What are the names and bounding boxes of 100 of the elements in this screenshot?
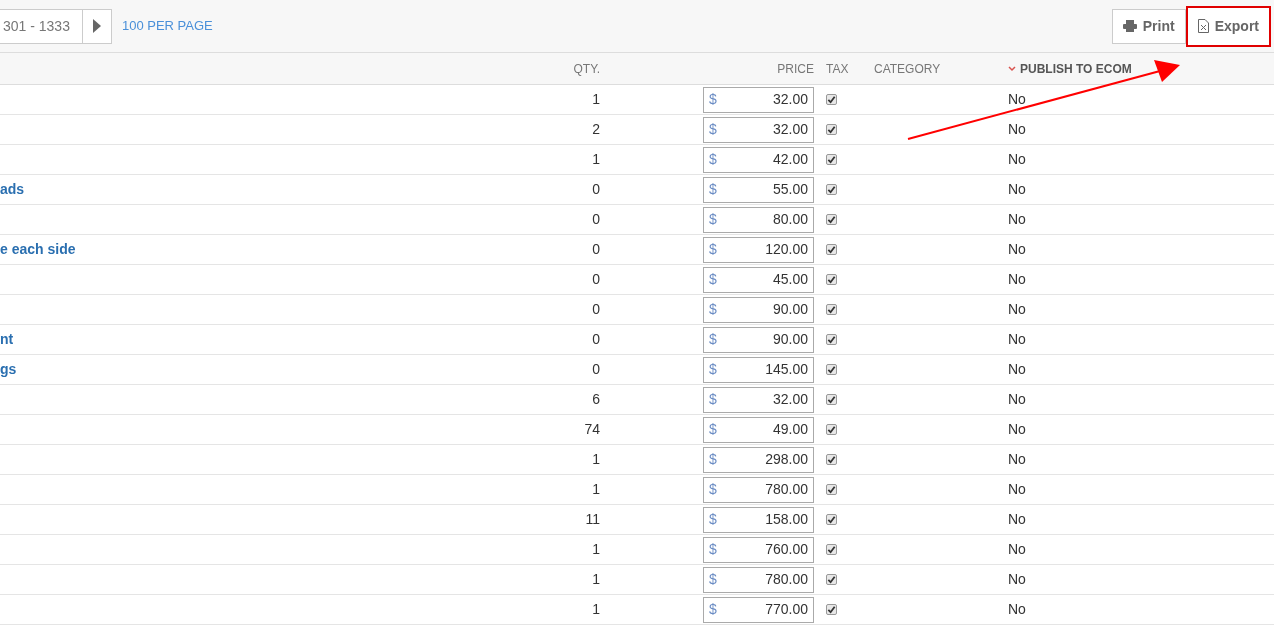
- tax-checkbox[interactable]: [826, 334, 837, 345]
- spreadsheet-file-icon: [1197, 19, 1209, 33]
- tax-checkbox[interactable]: [826, 394, 837, 405]
- print-button[interactable]: Print: [1111, 8, 1186, 44]
- tax-checkbox[interactable]: [826, 604, 837, 615]
- price-value: 42.00: [772, 150, 808, 169]
- price-input[interactable]: $ 780.00: [703, 566, 814, 593]
- currency-symbol: $: [709, 450, 717, 469]
- currency-symbol: $: [709, 420, 717, 439]
- price-input[interactable]: $ 120.00: [703, 236, 814, 263]
- price-input[interactable]: $ 45.00: [703, 266, 814, 293]
- price-value: 32.00: [772, 120, 808, 139]
- currency-symbol: $: [709, 180, 717, 199]
- price-input[interactable]: $ 32.00: [703, 116, 814, 143]
- quantity-cell-text: 6: [592, 390, 600, 409]
- quantity-cell-text: 0: [592, 180, 600, 199]
- price-value: 32.00: [772, 90, 808, 109]
- tax-checkbox[interactable]: [826, 244, 837, 255]
- price-value: 32.00: [772, 390, 808, 409]
- price-input[interactable]: $ 780.00: [703, 476, 814, 503]
- tax-checkbox[interactable]: [826, 124, 837, 135]
- price-value: 90.00: [772, 330, 808, 349]
- publish-cell-text: No: [1008, 540, 1026, 559]
- price-input[interactable]: $ 770.00: [703, 596, 814, 623]
- currency-symbol: $: [709, 570, 717, 589]
- tax-checkbox[interactable]: [826, 424, 837, 435]
- price-input[interactable]: $ 90.00: [703, 296, 814, 323]
- price-input[interactable]: $ 145.00: [703, 356, 814, 383]
- next-page-button[interactable]: [82, 8, 112, 44]
- publish-cell-text: No: [1008, 570, 1026, 589]
- quantity-cell-text: 1: [592, 600, 600, 619]
- column-header[interactable]: TAX: [826, 59, 849, 78]
- tax-checkbox[interactable]: [826, 454, 837, 465]
- quantity-cell-text: 0: [592, 270, 600, 289]
- currency-symbol: $: [709, 210, 717, 229]
- publish-cell-text: No: [1008, 300, 1026, 319]
- quantity-cell-text: 2: [592, 120, 600, 139]
- quantity-cell-text: 1: [592, 540, 600, 559]
- tax-checkbox[interactable]: [826, 274, 837, 285]
- item-name-link[interactable]: gs: [0, 361, 17, 377]
- publish-cell-text: No: [1008, 330, 1026, 349]
- publish-cell-text: No: [1008, 240, 1026, 259]
- item-name-link[interactable]: ads: [0, 181, 25, 197]
- price-input[interactable]: $ 298.00: [703, 446, 814, 473]
- price-value: 120.00: [765, 240, 808, 259]
- publish-cell-text: No: [1008, 450, 1026, 469]
- price-input[interactable]: $ 80.00: [703, 206, 814, 233]
- quantity-cell-text: 1: [592, 450, 600, 469]
- tax-checkbox[interactable]: [826, 304, 837, 315]
- price-input[interactable]: $ 90.00: [703, 326, 814, 353]
- price-value: 770.00: [765, 600, 808, 619]
- price-value: 90.00: [772, 300, 808, 319]
- tax-checkbox[interactable]: [826, 514, 837, 525]
- quantity-cell-text: 1: [592, 480, 600, 499]
- printer-icon: [1122, 20, 1137, 32]
- currency-symbol: $: [709, 360, 717, 379]
- column-header[interactable]: PRICE: [777, 59, 814, 78]
- quantity-cell-text: 0: [592, 360, 600, 379]
- price-input[interactable]: $ 49.00: [703, 416, 814, 443]
- column-header[interactable]: QTY.: [573, 59, 600, 78]
- price-input[interactable]: $ 760.00: [703, 536, 814, 563]
- play-icon: [92, 19, 101, 33]
- item-name-link[interactable]: e each side: [0, 241, 76, 257]
- price-input[interactable]: $ 32.00: [703, 86, 814, 113]
- publish-cell-text: No: [1008, 120, 1026, 139]
- currency-symbol: $: [709, 330, 717, 349]
- export-button[interactable]: Export: [1185, 5, 1271, 47]
- publish-cell-text: No: [1008, 210, 1026, 229]
- column-header[interactable]: PUBLISH TO ECOM: [1020, 59, 1132, 78]
- quantity-cell-text: 1: [592, 90, 600, 109]
- tax-checkbox[interactable]: [826, 94, 837, 105]
- price-input[interactable]: $ 32.00: [703, 386, 814, 413]
- price-input[interactable]: $ 55.00: [703, 176, 814, 203]
- price-value: 145.00: [765, 360, 808, 379]
- publish-cell-text: No: [1008, 180, 1026, 199]
- currency-symbol: $: [709, 600, 717, 619]
- price-input[interactable]: $ 158.00: [703, 506, 814, 533]
- publish-cell-text: No: [1008, 90, 1026, 109]
- tax-checkbox[interactable]: [826, 484, 837, 495]
- quantity-cell-text: 0: [592, 240, 600, 259]
- currency-symbol: $: [709, 300, 717, 319]
- price-input[interactable]: $ 42.00: [703, 146, 814, 173]
- column-header[interactable]: CATEGORY: [874, 59, 941, 78]
- price-value: 298.00: [765, 450, 808, 469]
- tax-checkbox[interactable]: [826, 574, 837, 585]
- item-name-link[interactable]: nt: [0, 331, 14, 347]
- publish-cell-text: No: [1008, 600, 1026, 619]
- quantity-cell-text: 0: [592, 330, 600, 349]
- publish-cell-text: No: [1008, 420, 1026, 439]
- tax-checkbox[interactable]: [826, 364, 837, 375]
- page-range: 301 - 1333: [0, 8, 83, 44]
- publish-cell-text: No: [1008, 150, 1026, 169]
- tax-checkbox[interactable]: [826, 154, 837, 165]
- currency-symbol: $: [709, 90, 717, 109]
- publish-cell-text: No: [1008, 270, 1026, 289]
- tax-checkbox[interactable]: [826, 184, 837, 195]
- publish-cell-text: No: [1008, 480, 1026, 499]
- tax-checkbox[interactable]: [826, 544, 837, 555]
- tax-checkbox[interactable]: [826, 214, 837, 225]
- publish-cell-text: No: [1008, 510, 1026, 529]
